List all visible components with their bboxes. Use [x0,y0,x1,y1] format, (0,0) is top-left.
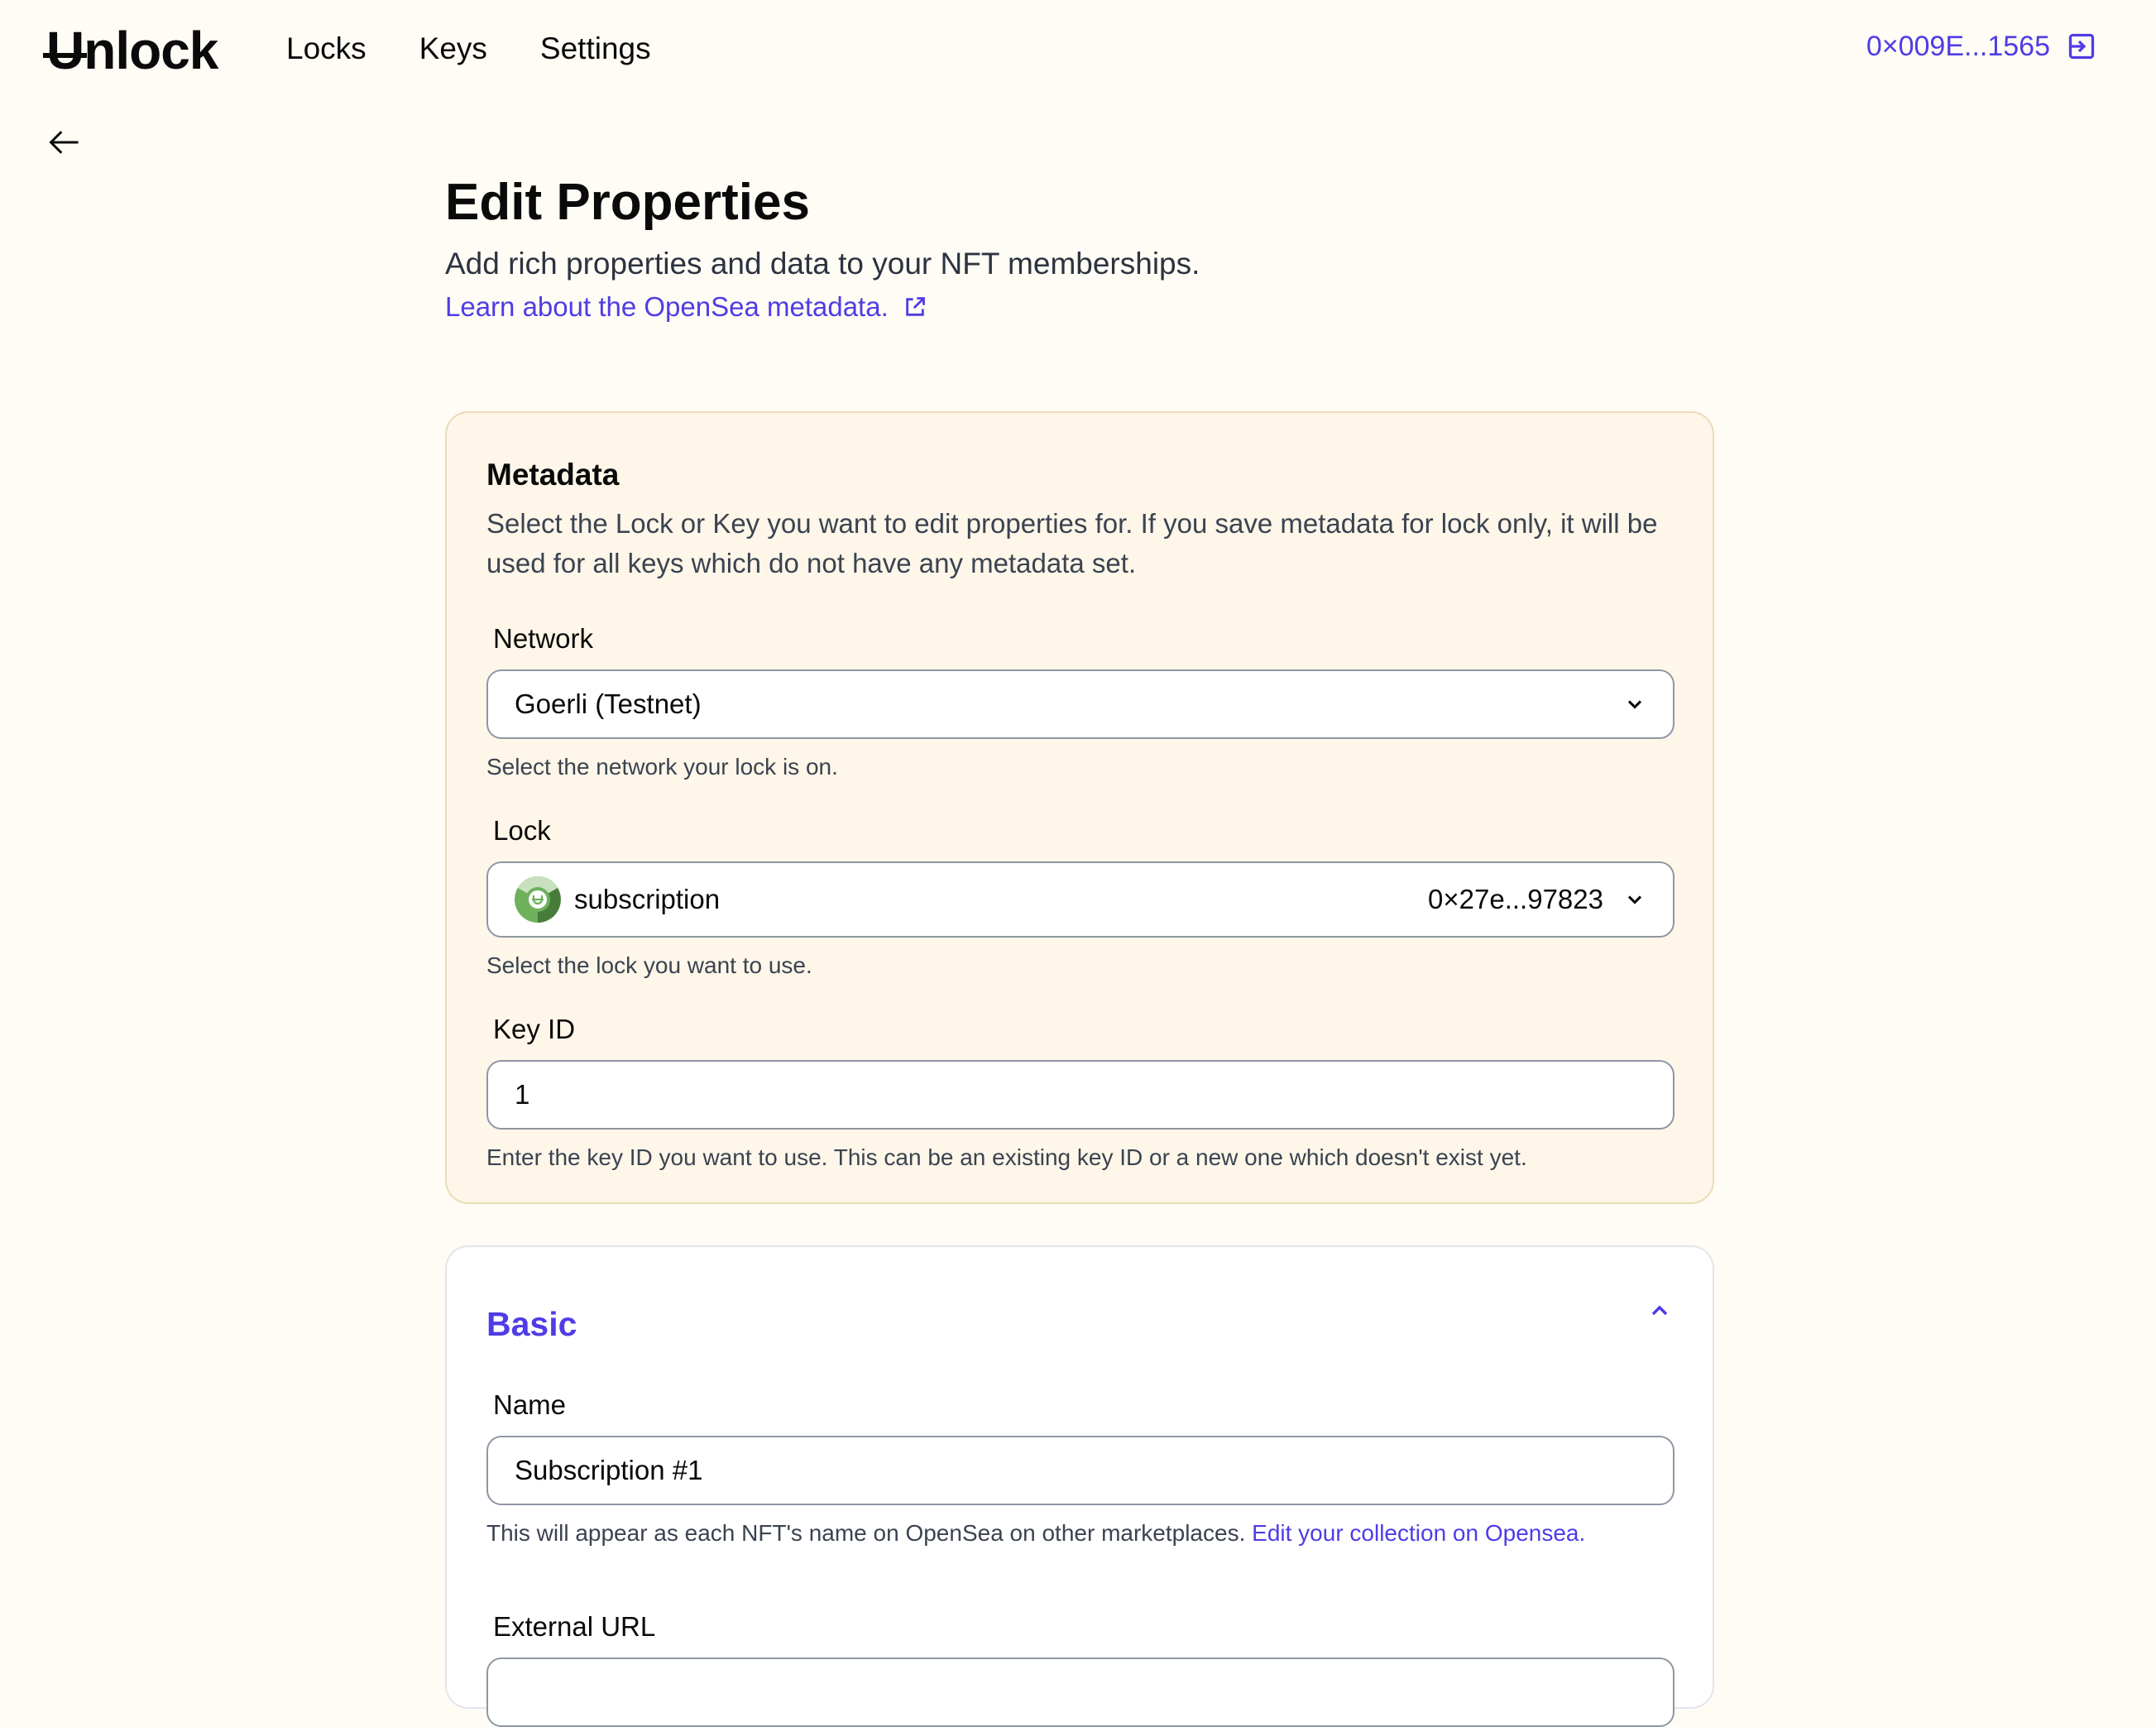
key-id-value: 1 [515,1079,530,1110]
sign-in-icon [2068,33,2095,60]
lock-avatar-icon [515,876,561,923]
key-id-label: Key ID [493,1014,576,1044]
key-id-help: Enter the key ID you want to use. This c… [486,1144,1527,1170]
lock-field: Lock subscription 0×27e...97823 Select t… [486,812,1674,982]
basic-header[interactable]: Basic [486,1287,1673,1353]
lock-address: 0×27e...97823 [1428,884,1603,914]
lock-name: subscription [574,884,721,914]
nav-link-keys[interactable]: Keys [419,28,487,70]
metadata-title: Metadata [486,458,620,492]
top-nav: Unlock Locks Keys Settings 0×009E...1565 [0,0,2156,99]
nav-link-locks[interactable]: Locks [286,28,367,70]
unlock-logo[interactable]: Unlock [42,22,218,79]
name-input[interactable]: Subscription #1 [486,1436,1674,1505]
name-label: Name [493,1389,567,1420]
external-url-input[interactable] [486,1657,1674,1727]
network-value: Goerli (Testnet) [515,688,702,719]
network-field: Network Goerli (Testnet) Select the netw… [486,620,1674,784]
wallet-button[interactable]: 0×009E...1565 [1866,26,2096,66]
page-header: Edit Properties Add rich properties and … [445,166,1714,328]
edit-collection-link[interactable]: Edit your collection on Opensea. [1252,1520,1585,1546]
arrow-left-icon[interactable] [46,124,83,161]
lock-help: Select the lock you want to use. [486,952,812,978]
basic-title: Basic [486,1305,577,1343]
learn-link-label: Learn about the OpenSea metadata. [445,291,889,322]
key-id-field: Key ID 1 Enter the key ID you want to us… [486,1010,1674,1174]
metadata-description: Select the Lock or Key you want to edit … [486,508,1658,578]
external-url-label: External URL [493,1611,656,1642]
wallet-address: 0×009E...1565 [1866,31,2050,62]
external-url-field: External URL [486,1608,1674,1727]
network-select[interactable]: Goerli (Testnet) [486,669,1674,739]
lock-select[interactable]: subscription 0×27e...97823 [486,861,1674,938]
chevron-down-icon [1627,895,1642,904]
key-id-input[interactable]: 1 [486,1060,1674,1130]
network-label: Network [493,623,594,654]
network-help: Select the network your lock is on. [486,754,838,780]
page-subtitle: Add rich properties and data to your NFT… [445,247,1200,281]
nav-links: Locks Keys Settings [286,28,651,70]
name-help-text: This will appear as each NFT's name on O… [486,1520,1246,1546]
name-help: This will appear as each NFT's name on O… [486,1517,1673,1550]
external-link-icon [906,297,925,316]
page-title: Edit Properties [445,174,810,231]
metadata-card: Metadata Select the Lock or Key you want… [445,411,1714,1204]
basic-card: Basic Name Subscription #1 This will app… [445,1245,1714,1727]
chevron-up-icon[interactable] [1646,1298,1673,1324]
lock-label: Lock [493,815,551,846]
name-field: Name Subscription #1 This will appear as… [486,1386,1674,1550]
name-value: Subscription #1 [515,1455,703,1485]
chevron-down-icon [1627,700,1642,709]
learn-opensea-metadata-link[interactable]: Learn about the OpenSea metadata. [445,286,927,328]
nav-link-settings[interactable]: Settings [540,28,651,70]
